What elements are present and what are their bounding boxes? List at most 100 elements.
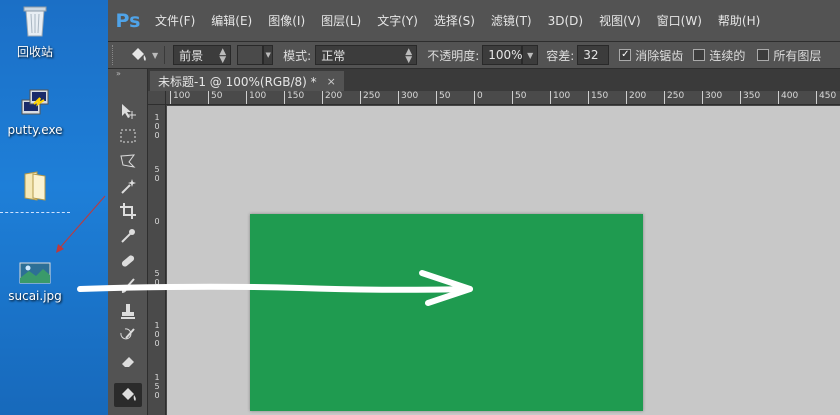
history-brush-tool-icon[interactable] (114, 324, 142, 348)
ruler-tick-label: 1 0 0 (154, 113, 160, 140)
menu-image[interactable]: 图像(I) (261, 12, 314, 29)
ruler-tick-label: 0 (154, 217, 160, 226)
desktop-icon-sucai[interactable]: sucai.jpg (0, 262, 70, 303)
desktop-icon-recycle-bin[interactable]: 回收站 (0, 4, 70, 60)
updown-arrow-icon: ▲ ▼ (219, 47, 227, 65)
opacity-input[interactable]: 100% (482, 45, 523, 65)
crop-tool-icon[interactable] (114, 199, 142, 223)
antialias-label: 消除锯齿 (635, 48, 684, 63)
vertical-ruler[interactable]: 1 0 0 5 0 0 5 0 1 0 0 1 5 0 (148, 105, 166, 415)
folder-icon (24, 171, 46, 201)
menu-edit[interactable]: 编辑(E) (204, 12, 261, 29)
antialias-checkbox[interactable]: ✓ (619, 49, 632, 61)
putty-icon (21, 89, 49, 115)
pattern-picker[interactable] (237, 45, 264, 65)
options-bar: ▼ 前景 ▲ ▼ ▼ 模式: 正常 ▲ ▼ 不透明度: 100% ▼ 容差: 32 … (108, 42, 840, 69)
marquee-tool-icon[interactable] (114, 124, 142, 148)
ruler-tick-label: 150 (284, 91, 304, 104)
all-layers-label: 所有图层 (773, 48, 822, 63)
recycle-bin-icon (23, 6, 47, 37)
tolerance-label: 容差: (546, 48, 575, 63)
ruler-tick-label: 50 (436, 91, 450, 104)
ruler-tick-label: 1 5 0 (154, 373, 160, 400)
ruler-tick-label: 350 (740, 91, 760, 104)
tolerance-input[interactable]: 32 (577, 45, 610, 65)
fill-source-value: 前景 (179, 48, 204, 63)
options-bar-grip[interactable] (112, 45, 122, 65)
move-tool-icon[interactable] (114, 99, 142, 123)
magic-wand-tool-icon[interactable] (114, 174, 142, 198)
double-chevron-icon[interactable]: » (108, 69, 147, 79)
close-icon[interactable]: × (327, 75, 336, 88)
ruler-tick-label: 5 0 (154, 165, 160, 183)
desktop-icon-label: putty.exe (7, 123, 63, 137)
healing-brush-tool-icon[interactable] (114, 249, 142, 273)
menu-window[interactable]: 窗口(W) (650, 12, 711, 29)
mode-select[interactable]: 正常 ▲ ▼ (315, 45, 418, 65)
opacity-value: 100% (488, 48, 523, 62)
ruler-tick-label: 150 (588, 91, 608, 104)
photoshop-logo: Ps (115, 9, 141, 32)
menu-filter[interactable]: 滤镜(T) (484, 12, 541, 29)
document-tab-title: 未标题-1 @ 100%(RGB/8) * (158, 74, 317, 89)
ruler-origin[interactable] (148, 91, 166, 105)
paint-bucket-icon (132, 48, 146, 61)
desktop-selection-divider (0, 212, 70, 213)
clone-stamp-tool-icon[interactable] (114, 299, 142, 323)
ruler-tick-label: 100 (170, 91, 190, 104)
tools-panel: » (108, 69, 148, 415)
ruler-tick-label: 50 (512, 91, 526, 104)
menu-file[interactable]: 文件(F) (148, 12, 204, 29)
menu-view[interactable]: 视图(V) (592, 12, 650, 29)
divider (164, 46, 166, 64)
desktop-icon-label: 回收站 (16, 45, 53, 59)
chevron-down-icon: ▼ (527, 50, 534, 60)
ruler-tick-label: 250 (664, 91, 684, 104)
menu-3d[interactable]: 3D(D) (541, 14, 592, 28)
menu-help[interactable]: 帮助(H) (711, 12, 769, 29)
eraser-tool-icon[interactable] (114, 349, 142, 373)
ruler-tick-label: 5 0 (154, 269, 160, 287)
menu-layer[interactable]: 图层(L) (314, 12, 370, 29)
opacity-dropdown[interactable]: ▼ (522, 45, 539, 65)
ruler-tick-label: 50 (208, 91, 222, 104)
contiguous-checkbox[interactable] (693, 49, 706, 61)
chevron-down-icon: ▼ (152, 50, 159, 60)
ruler-tick-label: 450 (816, 91, 836, 104)
lasso-tool-icon[interactable] (114, 149, 142, 173)
desktop-icon-label: sucai.jpg (8, 289, 62, 303)
brush-tool-icon[interactable] (114, 274, 142, 298)
ruler-tick-label: 250 (360, 91, 380, 104)
document-tab-bar: 未标题-1 @ 100%(RGB/8) * × (108, 69, 840, 91)
desktop-icon-putty[interactable]: putty.exe (0, 88, 70, 137)
document-canvas[interactable] (250, 214, 643, 411)
menu-type[interactable]: 文字(Y) (370, 12, 427, 29)
ruler-tick-label: 200 (322, 91, 342, 104)
desktop-icon-folder[interactable] (0, 170, 70, 207)
chevron-down-icon: ▼ (265, 51, 271, 59)
fill-source-select[interactable]: 前景 ▲ ▼ (173, 45, 232, 65)
horizontal-ruler[interactable]: 100 50 100 150 200 250 300 50 0 50 100 150 200 250 300… (166, 91, 840, 105)
document-tab[interactable]: 未标题-1 @ 100%(RGB/8) * × (150, 71, 344, 91)
menu-select[interactable]: 选择(S) (427, 12, 484, 29)
menu-bar: Ps 文件(F) 编辑(E) 图像(I) 图层(L) 文字(Y) 选择(S) 滤… (108, 0, 840, 42)
paint-bucket-tool-icon[interactable] (114, 383, 142, 407)
opacity-label: 不透明度: (427, 48, 480, 63)
annotation-red-arrowhead (56, 244, 64, 253)
contiguous-label: 连续的 (709, 48, 746, 63)
tool-preset-picker[interactable]: ▼ (128, 46, 158, 64)
all-layers-checkbox[interactable] (757, 49, 770, 61)
mode-label: 模式: (283, 48, 312, 63)
ruler-tick-label: 300 (398, 91, 418, 104)
image-file-icon (19, 262, 51, 284)
ruler-tick-label: 400 (778, 91, 798, 104)
pattern-picker-dropdown[interactable]: ▼ (263, 45, 274, 65)
tolerance-value: 32 (583, 48, 599, 62)
ruler-tick-label: 0 (474, 91, 483, 104)
ruler-tick-label: 100 (246, 91, 266, 104)
ruler-tick-label: 1 0 0 (154, 321, 160, 348)
eyedropper-tool-icon[interactable] (114, 224, 142, 248)
ruler-tick-label: 200 (626, 91, 646, 104)
mode-value: 正常 (321, 48, 346, 63)
ruler-tick-label: 300 (702, 91, 722, 104)
